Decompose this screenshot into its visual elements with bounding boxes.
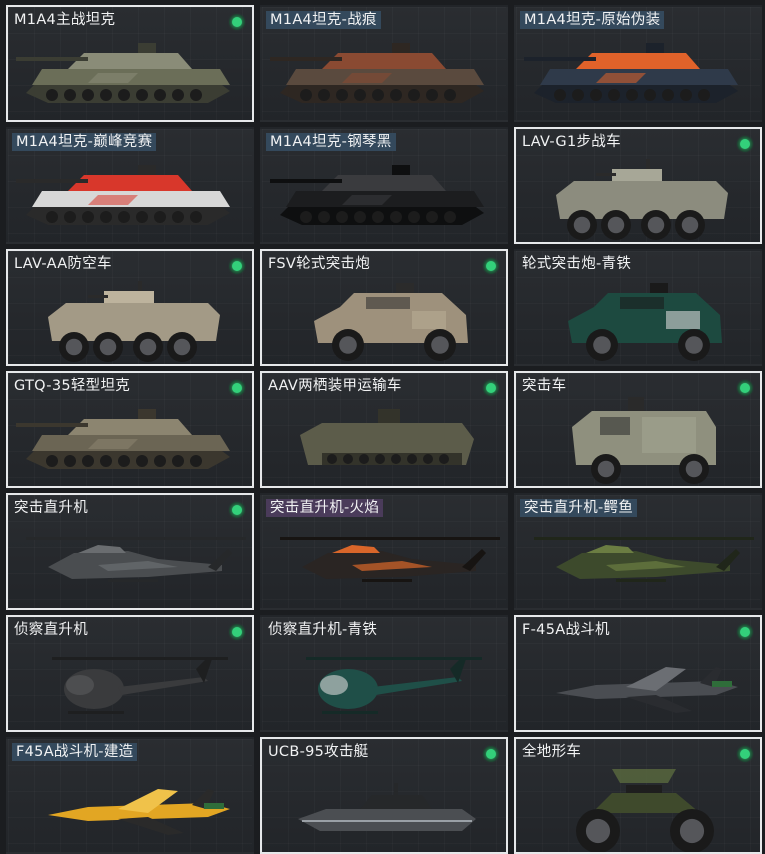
- vehicle-card[interactable]: LAV-G1步战车: [514, 127, 762, 244]
- vehicle-name: 侦察直升机: [14, 622, 88, 638]
- vehicle-name: 突击直升机-火焰: [266, 499, 384, 517]
- vehicle-name: 轮式突击炮-青铁: [522, 256, 632, 272]
- vehicle-name: UCB-95攻击艇: [268, 744, 369, 760]
- owned-indicator-icon: [737, 624, 753, 640]
- owned-indicator-icon: [737, 380, 753, 396]
- owned-indicator-icon: [229, 258, 245, 274]
- owned-indicator-icon: [483, 258, 499, 274]
- vehicle-name: 侦察直升机-青铁: [268, 622, 378, 638]
- vehicle-name: M1A4坦克-巅峰竞赛: [12, 133, 157, 151]
- vehicle-name: 全地形车: [522, 744, 582, 760]
- vehicle-card[interactable]: 突击直升机: [6, 493, 254, 610]
- owned-indicator-icon: [229, 624, 245, 640]
- owned-indicator-icon: [229, 14, 245, 30]
- vehicle-grid: M1A4主战坦克 M1A4坦克-战痕 M1A4坦克-原始伪装 M1A4坦克-巅峰竞赛 M…: [6, 5, 762, 854]
- vehicle-card[interactable]: 突击直升机-火焰: [260, 493, 508, 610]
- vehicle-card[interactable]: M1A4坦克-战痕: [260, 5, 508, 122]
- owned-indicator-icon: [737, 136, 753, 152]
- vehicle-card[interactable]: F-45A战斗机: [514, 615, 762, 732]
- vehicle-name: M1A4坦克-战痕: [266, 11, 381, 29]
- vehicle-name: LAV-G1步战车: [522, 134, 621, 150]
- owned-indicator-icon: [229, 380, 245, 396]
- vehicle-name: FSV轮式突击炮: [268, 256, 371, 272]
- owned-indicator-icon: [229, 502, 245, 518]
- vehicle-card[interactable]: GTQ-35轻型坦克: [6, 371, 254, 488]
- vehicle-name: M1A4坦克-原始伪装: [520, 11, 665, 29]
- vehicle-name: 突击直升机-鳄鱼: [520, 499, 638, 517]
- vehicle-name: 突击车: [522, 378, 567, 394]
- vehicle-name: GTQ-35轻型坦克: [14, 378, 131, 394]
- vehicle-name: M1A4坦克-钢琴黑: [266, 133, 396, 151]
- vehicle-card[interactable]: 全地形车: [514, 737, 762, 854]
- vehicle-card[interactable]: M1A4坦克-原始伪装: [514, 5, 762, 122]
- vehicle-name: F45A战斗机-建造: [12, 743, 138, 761]
- vehicle-card[interactable]: 侦察直升机: [6, 615, 254, 732]
- vehicle-card[interactable]: UCB-95攻击艇: [260, 737, 508, 854]
- vehicle-name: 突击直升机: [14, 500, 88, 516]
- vehicle-card[interactable]: M1A4坦克-巅峰竞赛: [6, 127, 254, 244]
- vehicle-card[interactable]: 侦察直升机-青铁: [260, 615, 508, 732]
- vehicle-card[interactable]: 轮式突击炮-青铁: [514, 249, 762, 366]
- vehicle-card[interactable]: 突击车: [514, 371, 762, 488]
- vehicle-name: M1A4主战坦克: [14, 12, 116, 28]
- vehicle-card[interactable]: 突击直升机-鳄鱼: [514, 493, 762, 610]
- owned-indicator-icon: [483, 746, 499, 762]
- vehicle-card[interactable]: F45A战斗机-建造: [6, 737, 254, 854]
- vehicle-name: LAV-AA防空车: [14, 256, 112, 272]
- vehicle-card[interactable]: AAV两栖装甲运输车: [260, 371, 508, 488]
- vehicle-name: AAV两栖装甲运输车: [268, 378, 402, 394]
- vehicle-card[interactable]: FSV轮式突击炮: [260, 249, 508, 366]
- vehicle-card[interactable]: M1A4坦克-钢琴黑: [260, 127, 508, 244]
- vehicle-card[interactable]: M1A4主战坦克: [6, 5, 254, 122]
- vehicle-card[interactable]: LAV-AA防空车: [6, 249, 254, 366]
- vehicle-name: F-45A战斗机: [522, 622, 610, 638]
- owned-indicator-icon: [737, 746, 753, 762]
- owned-indicator-icon: [483, 380, 499, 396]
